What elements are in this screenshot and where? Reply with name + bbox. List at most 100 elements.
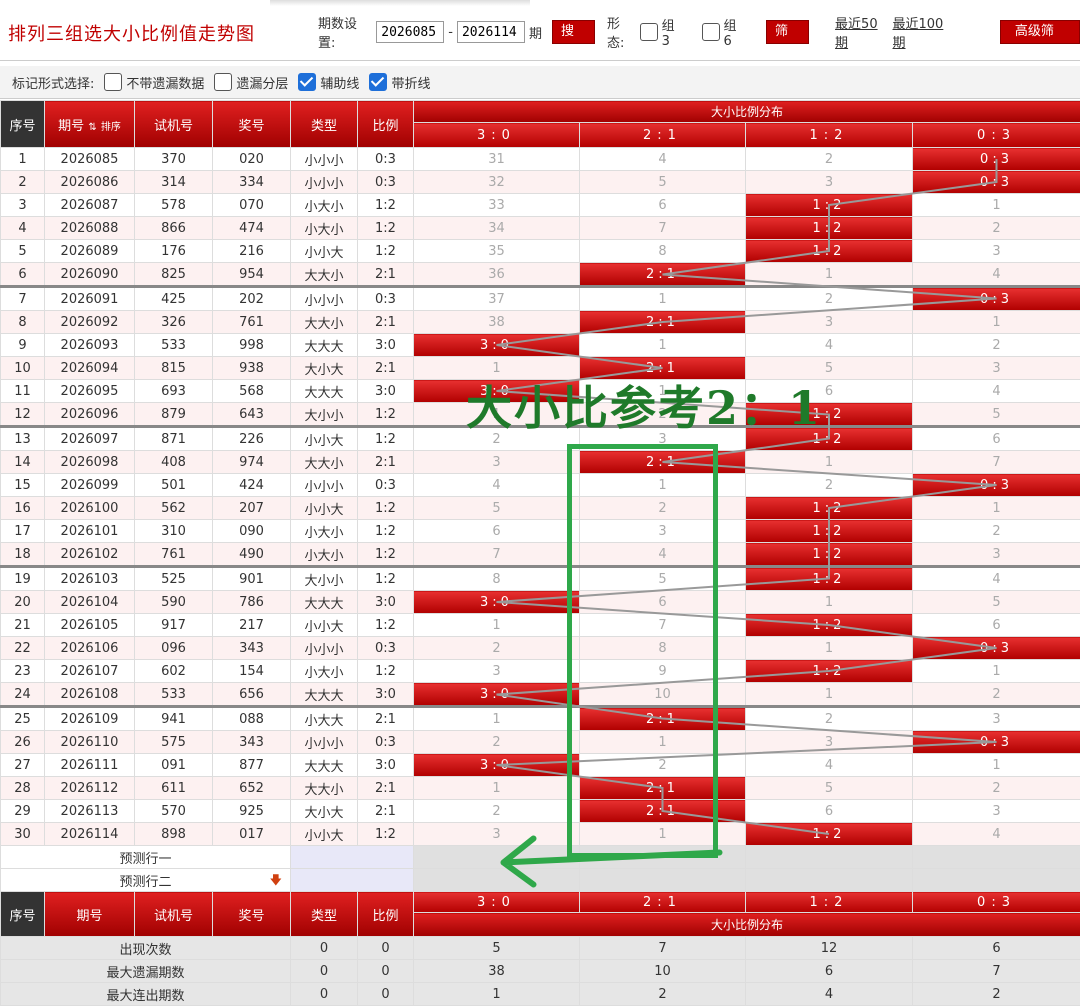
dist-hit-cell: 0:3 bbox=[913, 474, 1080, 497]
table-row: 92026093533998大大大3:03:0142 bbox=[1, 334, 1080, 357]
guide-line-checkbox[interactable] bbox=[298, 73, 316, 91]
recent-100-link[interactable]: 最近100期 bbox=[893, 13, 954, 51]
sort-icon[interactable]: ⇅ bbox=[88, 122, 96, 133]
table-row: 42026088866474小大小1:23471:22 bbox=[1, 217, 1080, 240]
group3-checkbox[interactable] bbox=[640, 23, 657, 41]
dist-omission-cell: 3 bbox=[913, 707, 1080, 731]
row-prize: 652 bbox=[213, 777, 291, 800]
table-row: 212026105917217小小大1:2171:26 bbox=[1, 614, 1080, 637]
row-type: 大大大 bbox=[291, 591, 358, 614]
dist-omission-cell: 38 bbox=[414, 311, 580, 334]
header-period[interactable]: 期号 ⇅ 排序 bbox=[45, 101, 135, 148]
dist-hit-cell: 2:1 bbox=[580, 451, 746, 474]
predict-row-2-cell[interactable] bbox=[913, 869, 1080, 892]
row-period: 2026091 bbox=[45, 287, 135, 311]
dist-omission-cell: 2 bbox=[746, 148, 913, 171]
row-ratio: 1:2 bbox=[358, 403, 414, 427]
stat-row: 最大连出期数001242 bbox=[1, 983, 1080, 1006]
row-trial: 501 bbox=[135, 474, 213, 497]
dist-omission-cell: 2 bbox=[580, 754, 746, 777]
row-period: 2026095 bbox=[45, 380, 135, 403]
predict-row-2-input[interactable] bbox=[291, 869, 414, 892]
dist-omission-cell: 1 bbox=[746, 451, 913, 474]
down-arrow-icon[interactable]: 🡇 bbox=[270, 871, 282, 892]
row-trial: 941 bbox=[135, 707, 213, 731]
table-row: 252026109941088小大大2:112:123 bbox=[1, 707, 1080, 731]
header-period-label: 期号 bbox=[58, 119, 84, 134]
dist-hit-cell: 2:1 bbox=[580, 263, 746, 287]
row-type: 大大小 bbox=[291, 263, 358, 287]
row-trial: 370 bbox=[135, 148, 213, 171]
predict-row-2-cell[interactable] bbox=[746, 869, 913, 892]
row-ratio: 1:2 bbox=[358, 520, 414, 543]
row-trial: 602 bbox=[135, 660, 213, 683]
dist-hit-cell: 3:0 bbox=[414, 754, 580, 777]
end-period-input[interactable] bbox=[457, 21, 525, 43]
dist-omission-cell: 2 bbox=[414, 800, 580, 823]
row-ratio: 3:0 bbox=[358, 380, 414, 403]
predict-row-2-cell[interactable] bbox=[580, 869, 746, 892]
filter-button[interactable]: 筛选 bbox=[766, 20, 809, 44]
row-ratio: 0:3 bbox=[358, 287, 414, 311]
search-button[interactable]: 搜索 bbox=[552, 20, 595, 44]
recent-50-link[interactable]: 最近50期 bbox=[835, 13, 888, 51]
predict-row-1-cell[interactable] bbox=[746, 846, 913, 869]
dist-omission-cell: 2 bbox=[746, 474, 913, 497]
row-trial: 326 bbox=[135, 311, 213, 334]
polyline-checkbox[interactable] bbox=[369, 73, 387, 91]
row-ratio: 3:0 bbox=[358, 754, 414, 777]
row-ratio: 2:1 bbox=[358, 777, 414, 800]
row-ratio: 3:0 bbox=[358, 591, 414, 614]
advanced-filter-button[interactable]: 高级筛选 bbox=[1000, 20, 1080, 44]
dist-hit-cell: 1:2 bbox=[746, 543, 913, 567]
row-trial: 761 bbox=[135, 543, 213, 567]
guide-line-label: 辅助线 bbox=[320, 73, 359, 92]
dist-omission-cell: 5 bbox=[580, 567, 746, 591]
dist-hit-cell: 0:3 bbox=[913, 731, 1080, 754]
row-type: 大大小 bbox=[291, 451, 358, 474]
row-seq: 23 bbox=[1, 660, 45, 683]
dist-omission-cell: 32 bbox=[414, 171, 580, 194]
header-dist-30: 3:0 bbox=[414, 123, 580, 148]
row-prize: 998 bbox=[213, 334, 291, 357]
row-prize: 226 bbox=[213, 427, 291, 451]
group6-checkbox[interactable] bbox=[702, 23, 719, 41]
row-seq: 17 bbox=[1, 520, 45, 543]
dist-omission-cell: 8 bbox=[414, 567, 580, 591]
footer-header-dist: 3:0 bbox=[414, 892, 580, 913]
row-type: 小大小 bbox=[291, 217, 358, 240]
row-period: 2026109 bbox=[45, 707, 135, 731]
footer-header-seq: 序号 bbox=[1, 892, 45, 937]
dist-omission-cell: 3 bbox=[913, 543, 1080, 567]
no-omission-checkbox[interactable] bbox=[104, 73, 122, 91]
footer-header-type: 类型 bbox=[291, 892, 358, 937]
dist-omission-cell: 5 bbox=[913, 591, 1080, 614]
row-seq: 11 bbox=[1, 380, 45, 403]
start-period-input[interactable] bbox=[376, 21, 444, 43]
row-prize: 761 bbox=[213, 311, 291, 334]
row-seq: 14 bbox=[1, 451, 45, 474]
dist-hit-cell: 3:0 bbox=[414, 380, 580, 403]
row-type: 小小小 bbox=[291, 731, 358, 754]
row-type: 小小小 bbox=[291, 637, 358, 660]
stat-ratio: 0 bbox=[358, 960, 414, 983]
row-period: 2026098 bbox=[45, 451, 135, 474]
row-type: 大大小 bbox=[291, 777, 358, 800]
dist-hit-cell: 3:0 bbox=[414, 334, 580, 357]
header-sort-label[interactable]: 排序 bbox=[101, 122, 121, 133]
predict-row-1-cell[interactable] bbox=[414, 846, 580, 869]
omission-layer-checkbox[interactable] bbox=[214, 73, 232, 91]
predict-row-2-cell[interactable] bbox=[414, 869, 580, 892]
dist-hit-cell: 2:1 bbox=[580, 777, 746, 800]
dist-omission-cell: 4 bbox=[414, 474, 580, 497]
predict-row-1[interactable]: 预测行一 bbox=[1, 846, 1080, 869]
predict-row-1-cell[interactable] bbox=[913, 846, 1080, 869]
dist-omission-cell: 3 bbox=[746, 731, 913, 754]
predict-row-2[interactable]: 预测行二🡇 bbox=[1, 869, 1080, 892]
dist-omission-cell: 1 bbox=[414, 777, 580, 800]
dist-omission-cell: 6 bbox=[580, 194, 746, 217]
row-period: 2026105 bbox=[45, 614, 135, 637]
dist-omission-cell: 5 bbox=[580, 171, 746, 194]
predict-row-1-cell[interactable] bbox=[580, 846, 746, 869]
predict-row-1-input[interactable] bbox=[291, 846, 414, 869]
